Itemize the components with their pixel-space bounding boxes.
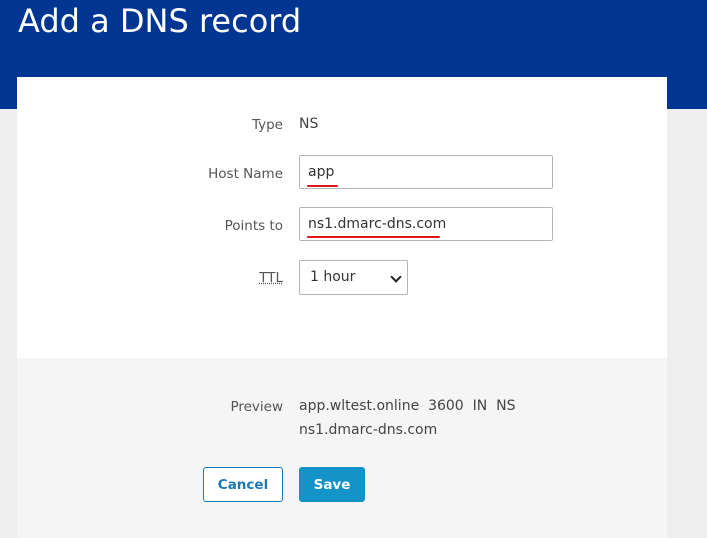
chevron-down-icon <box>390 271 402 283</box>
preview-line-2: ns1.dmarc-dns.com <box>299 422 438 438</box>
ttl-selected-value: 1 hour <box>310 269 356 285</box>
host-name-annotation-underline <box>307 185 338 187</box>
ttl-label: TTL <box>259 270 283 286</box>
type-value: NS <box>299 116 319 132</box>
host-name-label: Host Name <box>208 166 283 182</box>
points-to-annotation-underline <box>307 236 440 238</box>
cancel-button[interactable]: Cancel <box>203 467 283 502</box>
preview-label: Preview <box>230 399 283 415</box>
type-label: Type <box>251 117 283 133</box>
host-name-input[interactable] <box>299 155 553 189</box>
save-button[interactable]: Save <box>299 467 365 502</box>
page-title: Add a DNS record <box>18 2 302 40</box>
preview-line-1: app.wltest.online 3600 IN NS <box>299 398 516 414</box>
ttl-select[interactable]: 1 hour <box>299 260 408 295</box>
preview-section <box>17 358 667 538</box>
points-to-label: Points to <box>224 218 283 234</box>
dns-record-form: Type NS Host Name Points to TTL 1 hour P… <box>17 77 667 538</box>
